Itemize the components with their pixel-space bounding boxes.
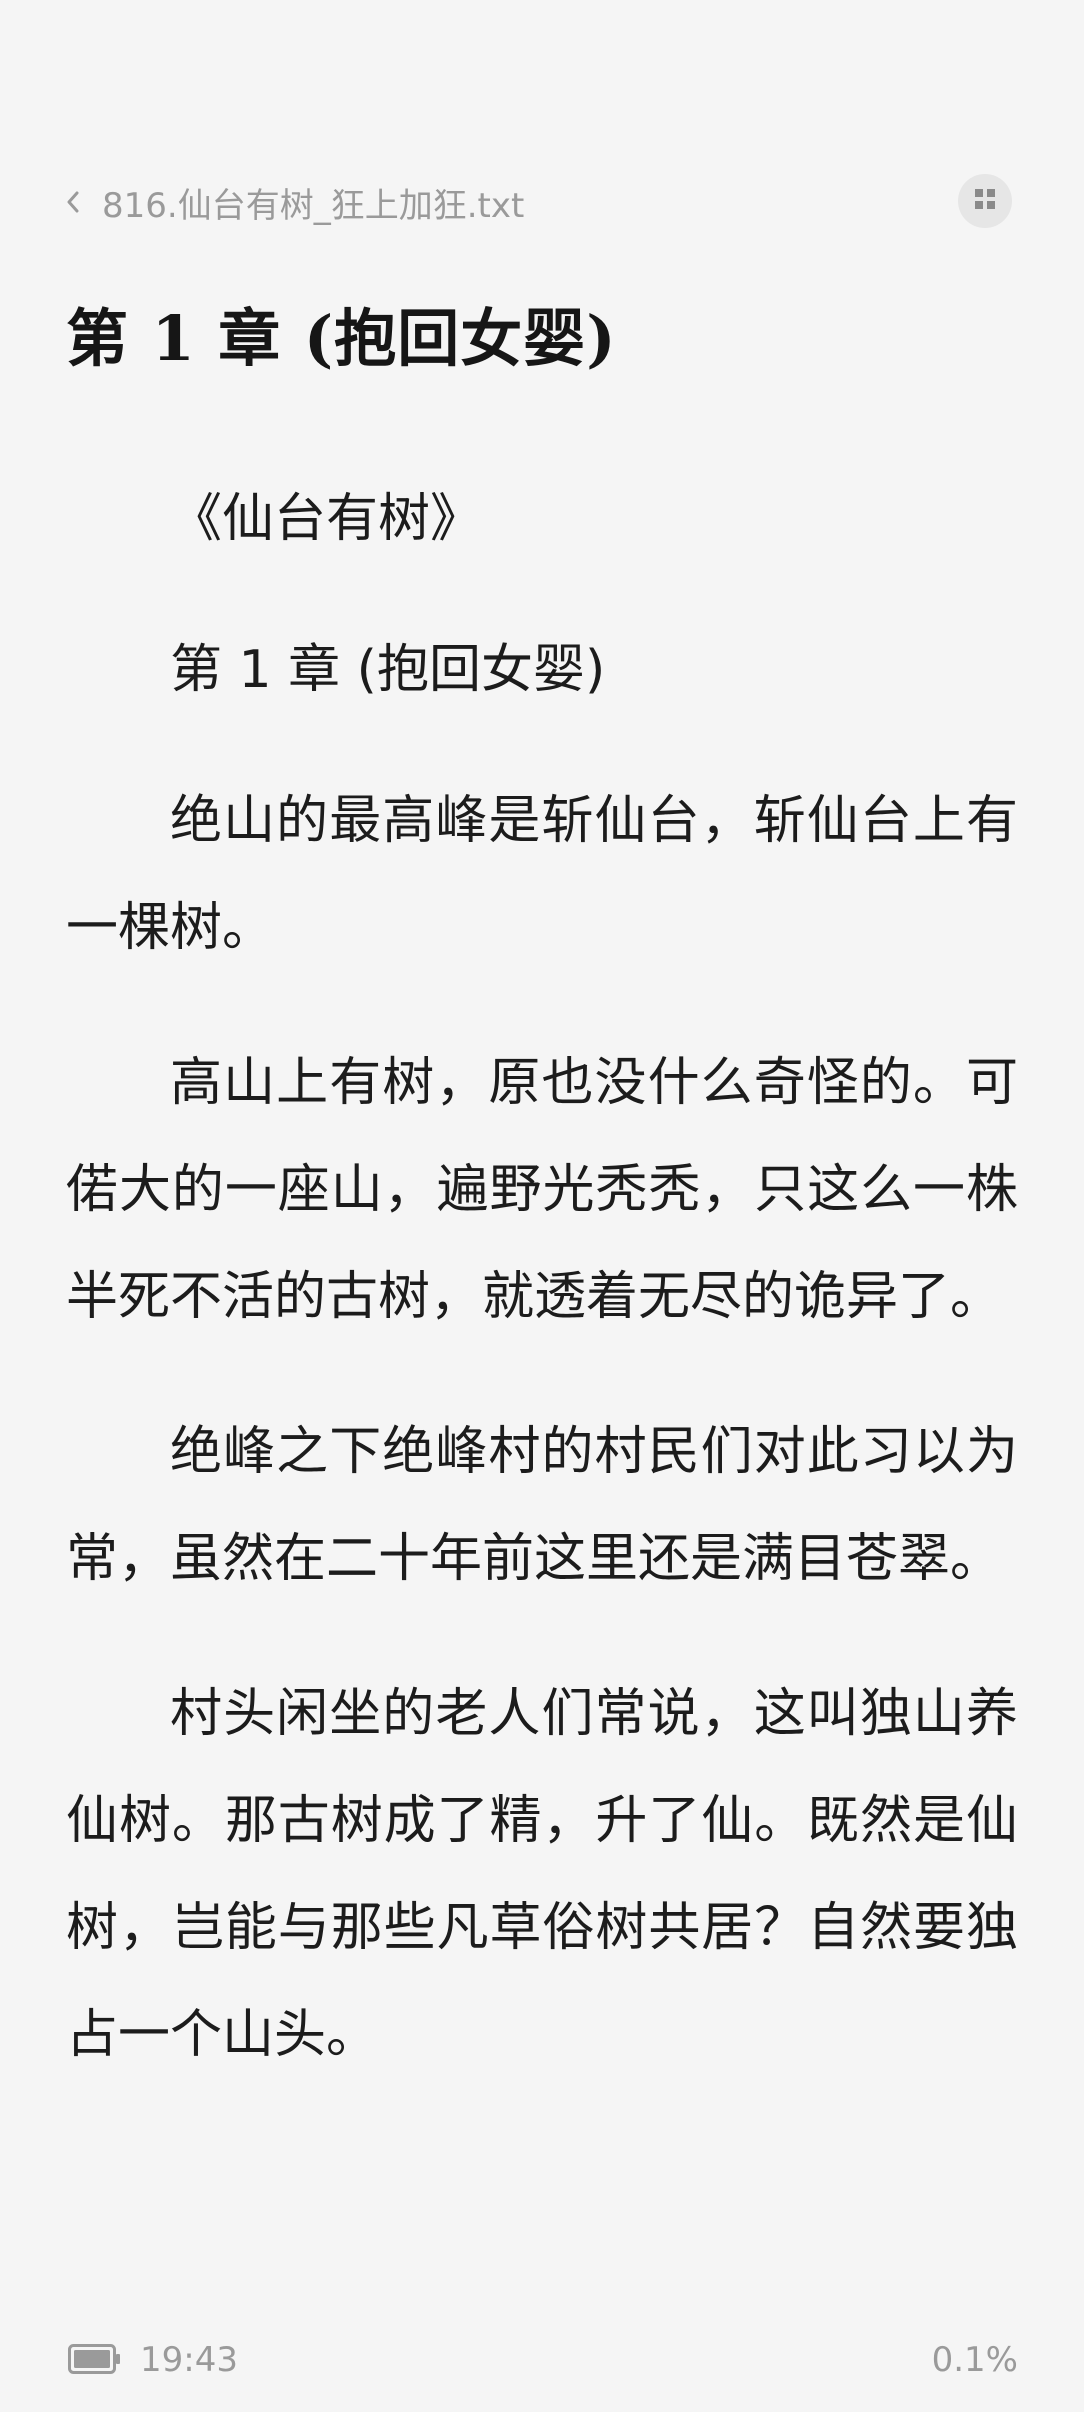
reader-status-bar: 19:43 0.1% [0, 2330, 1084, 2390]
paragraph: 绝山的最高峰是斩仙台，斩仙台上有一棵树。 [66, 791, 1018, 958]
file-title: 816.仙台有树_狂上加狂.txt [102, 185, 525, 226]
battery-icon [68, 2344, 122, 2374]
reading-progress: 0.1% [931, 2340, 1018, 2380]
paragraph-book-title: 《仙台有树》 [170, 489, 483, 549]
paragraph: 高山上有树，原也没什么奇怪的。可偌大的一座山，遍野光秃秃，只这么一株半死不活的古… [66, 1053, 1018, 1327]
clock-time: 19:43 [140, 2340, 238, 2380]
paragraph: 绝峰之下绝峰村的村民们对此习以为常，虽然在二十年前这里还是满目苍翠。 [66, 1422, 1018, 1589]
reader-top-bar: 816.仙台有树_狂上加狂.txt [0, 168, 1084, 236]
back-button[interactable]: 816.仙台有树_狂上加狂.txt [66, 178, 524, 226]
paragraph-chapter-line: 第 1 章 (抱回女婴) [170, 640, 606, 700]
chevron-left-icon [66, 182, 92, 222]
grid-icon [973, 187, 997, 215]
menu-button[interactable] [958, 174, 1012, 228]
paragraph: 村头闲坐的老人们常说，这叫独山养仙树。那古树成了精，升了仙。既然是仙树，岂能与那… [66, 1684, 1018, 2065]
chapter-title: 第 1 章 (抱回女婴) [66, 302, 617, 375]
reading-content[interactable]: 《仙台有树》 第 1 章 (抱回女婴) 绝山的最高峰是斩仙台，斩仙台上有一棵树。… [66, 466, 1018, 2137]
